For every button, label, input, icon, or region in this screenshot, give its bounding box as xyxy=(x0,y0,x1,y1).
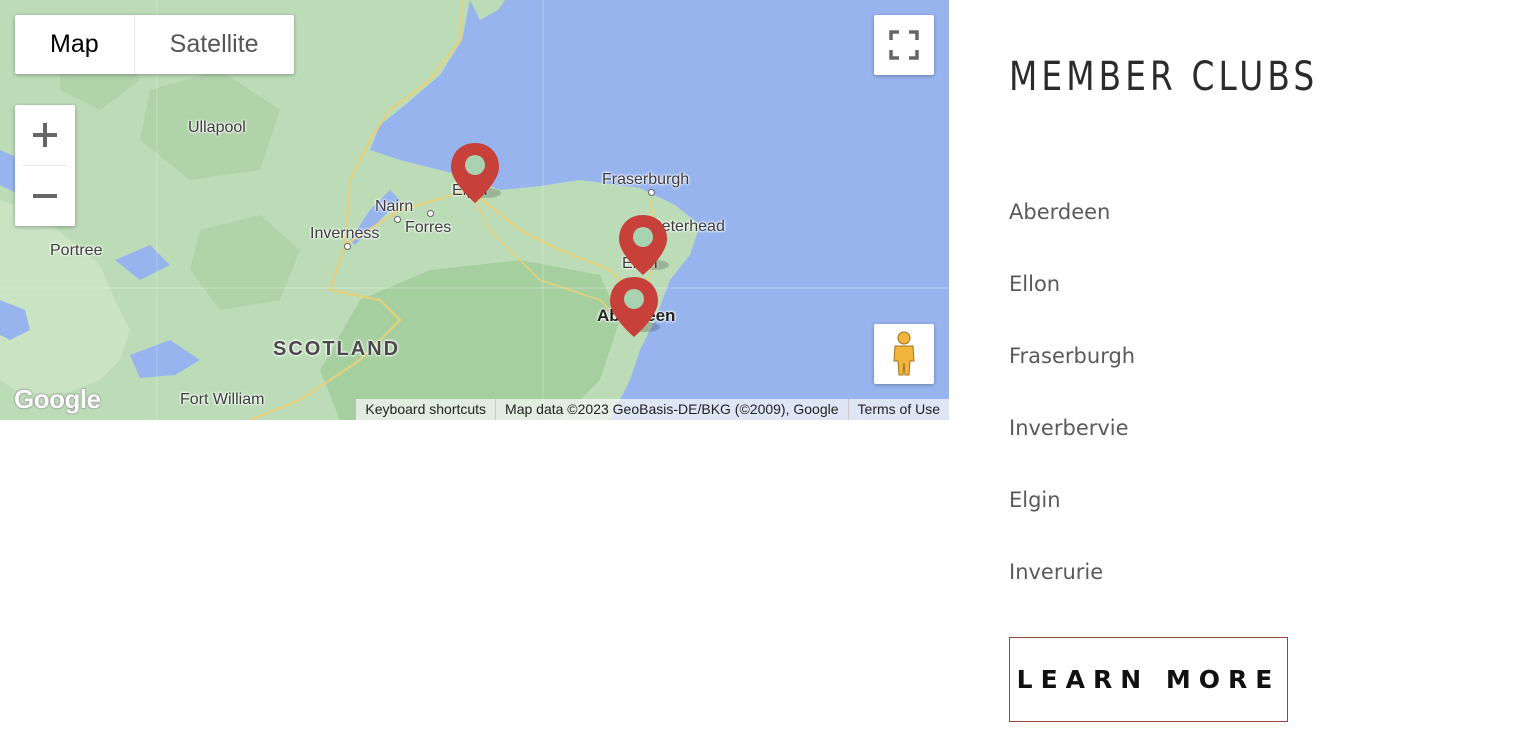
map-type-satellite-button[interactable]: Satellite xyxy=(135,15,294,74)
club-item[interactable]: Elgin xyxy=(1009,480,1135,552)
page: Ullapool Nairn Forres Inverness Portree … xyxy=(0,0,1518,736)
map-pin-icon[interactable] xyxy=(617,213,669,277)
terms-of-use-link[interactable]: Terms of Use xyxy=(849,399,949,420)
member-clubs-title: MEMBER CLUBS xyxy=(1009,54,1319,100)
fullscreen-button[interactable] xyxy=(874,15,934,75)
club-item[interactable]: Inverbervie xyxy=(1009,408,1135,480)
keyboard-shortcuts-link[interactable]: Keyboard shortcuts xyxy=(356,399,495,420)
label-nairn: Nairn xyxy=(375,198,414,215)
learn-more-button[interactable]: LEARN MORE xyxy=(1009,637,1288,722)
label-inverness: Inverness xyxy=(310,225,380,242)
google-logo[interactable]: Google xyxy=(14,384,101,415)
map-attribution: Keyboard shortcuts Map data ©2023 GeoBas… xyxy=(356,399,949,420)
label-ullapool: Ullapool xyxy=(188,119,246,136)
map[interactable]: Ullapool Nairn Forres Inverness Portree … xyxy=(0,0,949,420)
label-scotland: SCOTLAND xyxy=(273,338,401,360)
label-forres: Forres xyxy=(405,219,452,236)
map-type-control: Map Satellite xyxy=(15,15,294,74)
label-portree: Portree xyxy=(50,242,103,259)
label-fraserburgh: Fraserburgh xyxy=(602,171,690,188)
zoom-in-button[interactable] xyxy=(15,105,75,165)
zoom-out-button[interactable] xyxy=(15,166,75,226)
pegman-icon xyxy=(893,331,915,376)
fullscreen-icon xyxy=(889,30,919,60)
town-dot xyxy=(648,189,655,196)
town-dot xyxy=(427,210,434,217)
club-item[interactable]: Ellon xyxy=(1009,264,1135,336)
street-view-button[interactable] xyxy=(874,324,934,384)
map-type-map-button[interactable]: Map xyxy=(15,15,134,74)
map-data-text: Map data ©2023 GeoBasis-DE/BKG (©2009), … xyxy=(505,401,839,417)
map-pin-icon[interactable] xyxy=(608,275,660,339)
minus-icon xyxy=(33,194,57,198)
club-item[interactable]: Fraserburgh xyxy=(1009,336,1135,408)
town-dot xyxy=(344,243,351,250)
plus-icon xyxy=(33,123,57,147)
map-pin-icon[interactable] xyxy=(449,141,501,205)
clubs-list: Aberdeen Ellon Fraserburgh Inverbervie E… xyxy=(1009,192,1135,624)
club-item[interactable]: Inverurie xyxy=(1009,552,1135,624)
zoom-control xyxy=(15,105,75,226)
label-fort-william: Fort William xyxy=(180,391,265,408)
club-item[interactable]: Aberdeen xyxy=(1009,192,1135,264)
town-dot xyxy=(394,216,401,223)
